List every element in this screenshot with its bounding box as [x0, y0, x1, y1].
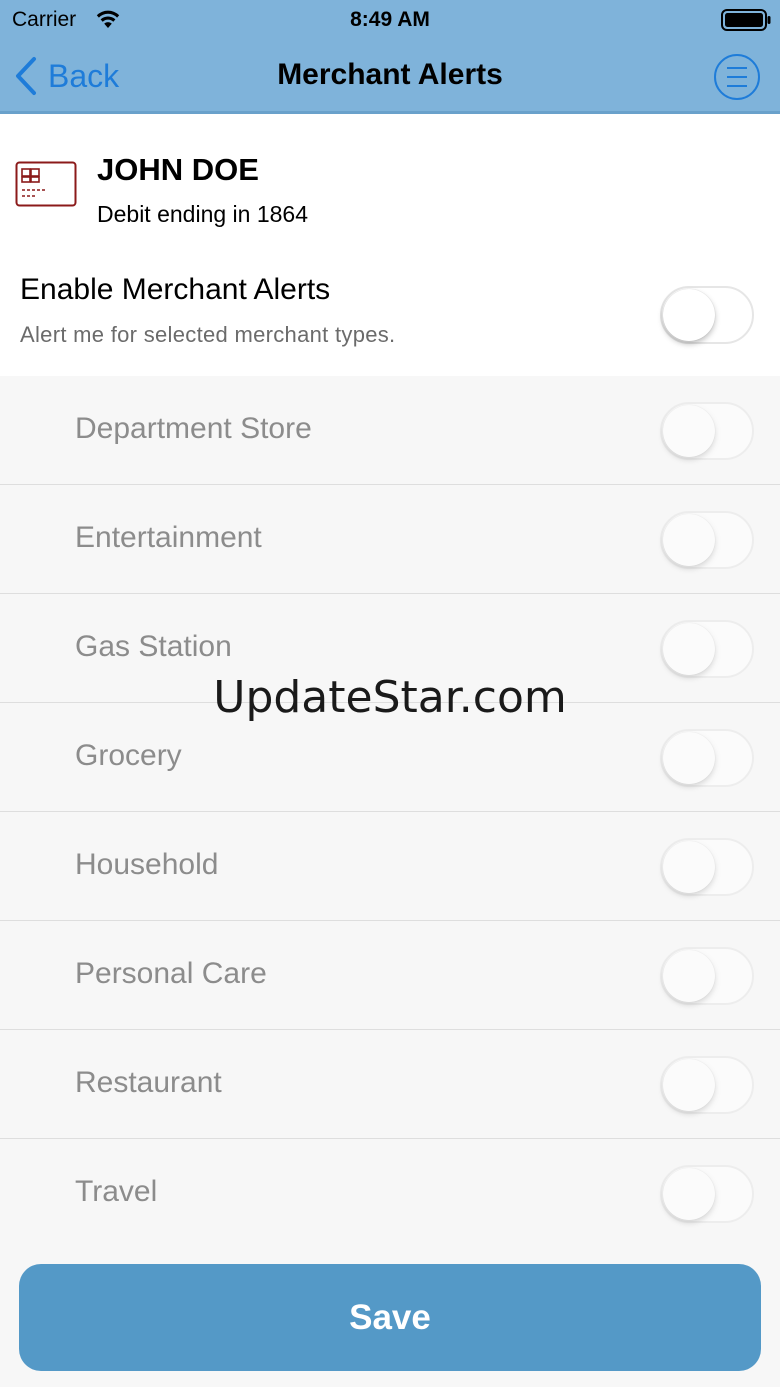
toggle-travel[interactable]: [660, 1165, 754, 1223]
merchant-row-travel: Travel: [0, 1139, 780, 1248]
toggle-knob: [663, 1059, 715, 1111]
toggle-household[interactable]: [660, 838, 754, 896]
watermark: UpdateStar.com: [213, 672, 567, 723]
enable-alerts-title: Enable Merchant Alerts: [20, 273, 331, 306]
toggle-grocery[interactable]: [660, 729, 754, 787]
navigation-bar: Back Merchant Alerts: [0, 40, 780, 114]
toggle-knob: [663, 623, 715, 675]
toggle-knob: [663, 1168, 715, 1220]
toggle-knob: [663, 405, 715, 457]
merchant-row-entertainment: Entertainment: [0, 485, 780, 594]
merchant-label: Travel: [75, 1175, 158, 1208]
merchant-row-restaurant: Restaurant: [0, 1030, 780, 1139]
toggle-gas-station[interactable]: [660, 620, 754, 678]
clock: 8:49 AM: [350, 8, 430, 31]
merchant-row-department-store: Department Store: [0, 376, 780, 485]
toggle-restaurant[interactable]: [660, 1056, 754, 1114]
toggle-knob: [663, 514, 715, 566]
account-holder-name: JOHN DOE: [97, 152, 259, 187]
merchant-row-personal-care: Personal Care: [0, 921, 780, 1030]
header: Carrier 8:49 AM Back Merchant Alerts: [0, 0, 780, 114]
toggle-knob: [663, 289, 715, 341]
toggle-department-store[interactable]: [660, 402, 754, 460]
merchant-type-list: Department Store Entertainment Gas Stati…: [0, 376, 780, 1248]
merchant-label: Department Store: [75, 412, 312, 445]
merchant-label: Restaurant: [75, 1066, 222, 1099]
merchant-label: Household: [75, 848, 219, 881]
account-description: Debit ending in 1864: [97, 201, 308, 227]
toggle-knob: [663, 950, 715, 1002]
merchant-label: Entertainment: [75, 521, 262, 554]
save-button[interactable]: Save: [19, 1264, 761, 1371]
merchant-label: Gas Station: [75, 630, 232, 663]
page-title: Merchant Alerts: [277, 58, 503, 91]
battery-icon: [721, 9, 771, 31]
toggle-knob: [663, 841, 715, 893]
account-card: JOHN DOE Debit ending in 1864 Enable Mer…: [0, 114, 780, 376]
merchant-label: Personal Care: [75, 957, 267, 990]
enable-alerts-subtitle: Alert me for selected merchant types.: [20, 322, 396, 347]
merchant-row-household: Household: [0, 812, 780, 921]
toggle-knob: [663, 732, 715, 784]
credit-card-icon: [15, 161, 77, 207]
footer: Save: [0, 1248, 780, 1387]
toggle-personal-care[interactable]: [660, 947, 754, 1005]
menu-list-icon[interactable]: [713, 53, 761, 101]
status-bar: Carrier 8:49 AM: [0, 0, 780, 40]
merchant-label: Grocery: [75, 739, 182, 772]
toggle-entertainment[interactable]: [660, 511, 754, 569]
enable-alerts-toggle[interactable]: [660, 286, 754, 344]
